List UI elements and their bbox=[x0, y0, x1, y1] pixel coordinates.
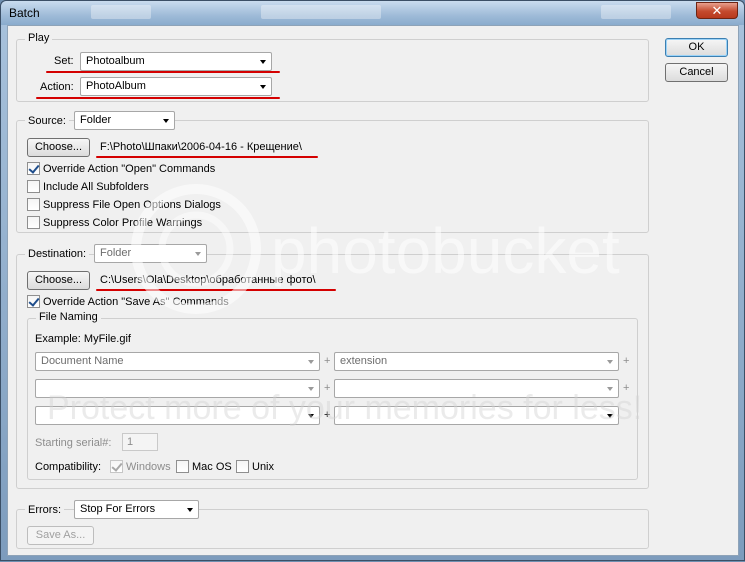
naming-field-2[interactable]: extension bbox=[334, 352, 619, 371]
annotation-underline bbox=[96, 156, 318, 158]
checkbox-icon bbox=[110, 460, 123, 473]
destination-label: Destination: bbox=[25, 248, 90, 260]
action-value: PhotoAlbum bbox=[86, 80, 146, 92]
plus-icon: + bbox=[623, 355, 630, 367]
source-label: Source: bbox=[25, 115, 69, 127]
checkbox-icon bbox=[236, 460, 249, 473]
background-ghost bbox=[601, 5, 671, 19]
annotation-underline bbox=[36, 97, 280, 99]
set-value: Photoalbum bbox=[86, 55, 145, 67]
play-legend: Play bbox=[25, 32, 53, 44]
checkbox-label: Override Action "Open" Commands bbox=[43, 163, 216, 175]
chevron-down-icon bbox=[308, 387, 314, 391]
chevron-down-icon bbox=[308, 414, 314, 418]
chevron-down-icon bbox=[607, 387, 613, 391]
checkbox-icon bbox=[27, 162, 40, 175]
naming-field-6[interactable] bbox=[334, 406, 619, 425]
window-title: Batch bbox=[9, 6, 40, 20]
serial-value: 1 bbox=[127, 436, 134, 448]
errors-select[interactable]: Stop For Errors bbox=[74, 500, 199, 519]
destination-choose-button[interactable]: Choose... bbox=[27, 271, 90, 290]
checkbox-label: Unix bbox=[252, 461, 275, 473]
plus-icon: + bbox=[324, 355, 331, 367]
checkbox-label: Suppress File Open Options Dialogs bbox=[43, 199, 221, 211]
compat-macos-checkbox[interactable]: Mac OS bbox=[176, 460, 232, 474]
plus-icon: + bbox=[324, 382, 331, 394]
chevron-down-icon bbox=[195, 252, 201, 256]
action-label: Action: bbox=[40, 81, 74, 93]
plus-icon: + bbox=[324, 409, 331, 421]
background-ghost bbox=[261, 5, 381, 19]
override-open-checkbox[interactable]: Override Action "Open" Commands bbox=[27, 162, 215, 176]
annotation-underline bbox=[46, 71, 280, 73]
checkbox-label: Suppress Color Profile Warnings bbox=[43, 217, 203, 229]
include-subfolders-checkbox[interactable]: Include All Subfolders bbox=[27, 180, 149, 194]
batch-dialog: Batch ✕ Play Set: Photoalbum Action: Pho… bbox=[0, 0, 745, 561]
cancel-button[interactable]: Cancel bbox=[665, 63, 728, 82]
destination-value: Folder bbox=[100, 247, 132, 259]
errors-value: Stop For Errors bbox=[80, 503, 156, 515]
chevron-down-icon bbox=[607, 360, 613, 364]
chevron-down-icon bbox=[607, 414, 613, 418]
checkbox-label: Override Action "Save As" Commands bbox=[43, 296, 229, 308]
serial-label: Starting serial#: bbox=[35, 437, 112, 449]
source-path: F:\Photo\Шпаки\2006-04-16 - Крещение\ bbox=[100, 141, 302, 153]
naming-field-1[interactable]: Document Name bbox=[35, 352, 320, 371]
ok-button[interactable]: OK bbox=[665, 38, 728, 57]
destination-select[interactable]: Folder bbox=[94, 244, 207, 263]
action-select[interactable]: PhotoAlbum bbox=[80, 77, 272, 96]
close-button[interactable]: ✕ bbox=[696, 2, 738, 19]
checkbox-icon bbox=[27, 216, 40, 229]
source-select[interactable]: Folder bbox=[74, 111, 175, 130]
chevron-down-icon bbox=[187, 508, 193, 512]
suppress-open-dialogs-checkbox[interactable]: Suppress File Open Options Dialogs bbox=[27, 198, 221, 212]
compatibility-label: Compatibility: bbox=[35, 461, 102, 473]
file-naming-legend: File Naming bbox=[36, 311, 101, 323]
compat-windows-checkbox[interactable]: Windows bbox=[110, 460, 171, 474]
dialog-body: Play Set: Photoalbum Action: PhotoAlbum … bbox=[7, 25, 739, 556]
source-choose-button[interactable]: Choose... bbox=[27, 138, 90, 157]
plus-icon: + bbox=[623, 382, 630, 394]
serial-input[interactable]: 1 bbox=[122, 433, 158, 451]
naming-field-value: extension bbox=[340, 355, 388, 367]
checkbox-label: Mac OS bbox=[192, 461, 232, 473]
checkbox-icon bbox=[27, 198, 40, 211]
title-bar[interactable]: Batch ✕ bbox=[1, 1, 744, 25]
compat-unix-checkbox[interactable]: Unix bbox=[236, 460, 274, 474]
naming-field-5[interactable] bbox=[35, 406, 320, 425]
chevron-down-icon bbox=[260, 60, 266, 64]
background-ghost bbox=[91, 5, 151, 19]
source-value: Folder bbox=[80, 114, 112, 126]
checkbox-label: Include All Subfolders bbox=[43, 181, 149, 193]
override-save-as-checkbox[interactable]: Override Action "Save As" Commands bbox=[27, 295, 229, 309]
checkbox-icon bbox=[176, 460, 189, 473]
chevron-down-icon bbox=[308, 360, 314, 364]
naming-field-4[interactable] bbox=[334, 379, 619, 398]
naming-example: Example: MyFile.gif bbox=[35, 333, 131, 345]
checkbox-label: Windows bbox=[126, 461, 171, 473]
errors-label: Errors: bbox=[25, 504, 64, 516]
set-label: Set: bbox=[54, 55, 74, 67]
suppress-profile-warnings-checkbox[interactable]: Suppress Color Profile Warnings bbox=[27, 216, 202, 230]
checkbox-icon bbox=[27, 180, 40, 193]
chevron-down-icon bbox=[163, 119, 169, 123]
destination-path: C:\Users\Ola\Desktop\обработанные фото\ bbox=[100, 274, 316, 286]
save-as-button[interactable]: Save As... bbox=[27, 526, 94, 545]
annotation-underline bbox=[96, 289, 336, 291]
close-icon: ✕ bbox=[711, 3, 723, 18]
set-select[interactable]: Photoalbum bbox=[80, 52, 272, 71]
chevron-down-icon bbox=[260, 85, 266, 89]
naming-field-3[interactable] bbox=[35, 379, 320, 398]
checkbox-icon bbox=[27, 295, 40, 308]
naming-field-value: Document Name bbox=[41, 355, 124, 367]
